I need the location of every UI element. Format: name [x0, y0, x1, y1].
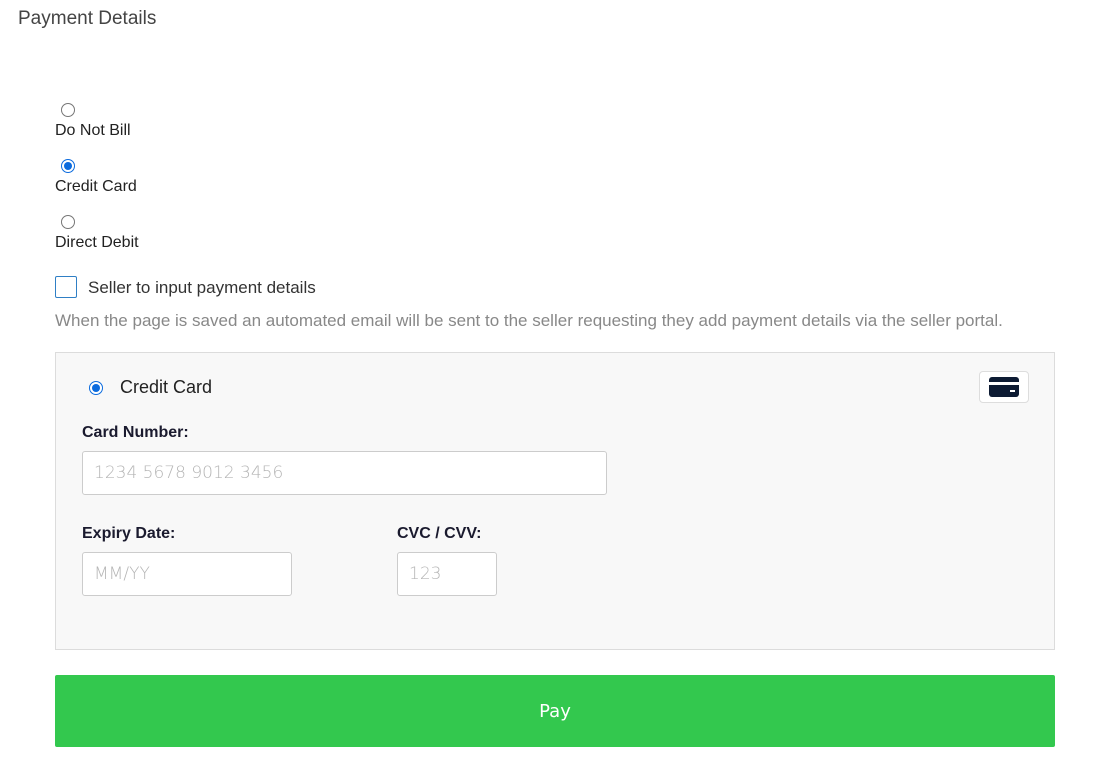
seller-input-checkbox-label[interactable]: Seller to input payment details — [88, 278, 316, 298]
card-number-input[interactable] — [82, 451, 607, 495]
page-title: Payment Details — [18, 8, 157, 29]
expiry-date-input[interactable] — [82, 552, 292, 596]
credit-card-label[interactable]: Credit Card — [55, 178, 137, 196]
pay-button[interactable]: Pay — [55, 675, 1055, 747]
billing-option-do-not-bill[interactable]: Do Not Bill — [55, 103, 455, 159]
direct-debit-label[interactable]: Direct Debit — [55, 234, 139, 252]
do-not-bill-label[interactable]: Do Not Bill — [55, 122, 131, 140]
billing-option-credit-card[interactable]: Credit Card — [55, 159, 455, 215]
card-type-button[interactable] — [979, 371, 1029, 403]
expiry-date-label: Expiry Date: — [82, 525, 176, 542]
seller-input-checkbox[interactable] — [55, 276, 77, 298]
panel-credit-card-radio[interactable] — [89, 381, 103, 395]
cvc-label: CVC / CVV: — [397, 525, 482, 542]
billing-option-direct-debit[interactable]: Direct Debit — [55, 215, 455, 271]
billing-options: Do Not Bill Credit Card Direct Debit — [55, 103, 455, 271]
cvc-input[interactable] — [397, 552, 497, 596]
credit-card-panel: Credit Card Card Number: Expiry Date: CV… — [55, 352, 1055, 650]
seller-input-help-text: When the page is saved an automated emai… — [55, 311, 1003, 330]
panel-method-label[interactable]: Credit Card — [120, 377, 212, 398]
credit-card-radio[interactable] — [61, 159, 75, 173]
direct-debit-radio[interactable] — [61, 215, 75, 229]
credit-card-icon — [989, 377, 1019, 397]
card-number-label: Card Number: — [82, 424, 189, 441]
do-not-bill-radio[interactable] — [61, 103, 75, 117]
